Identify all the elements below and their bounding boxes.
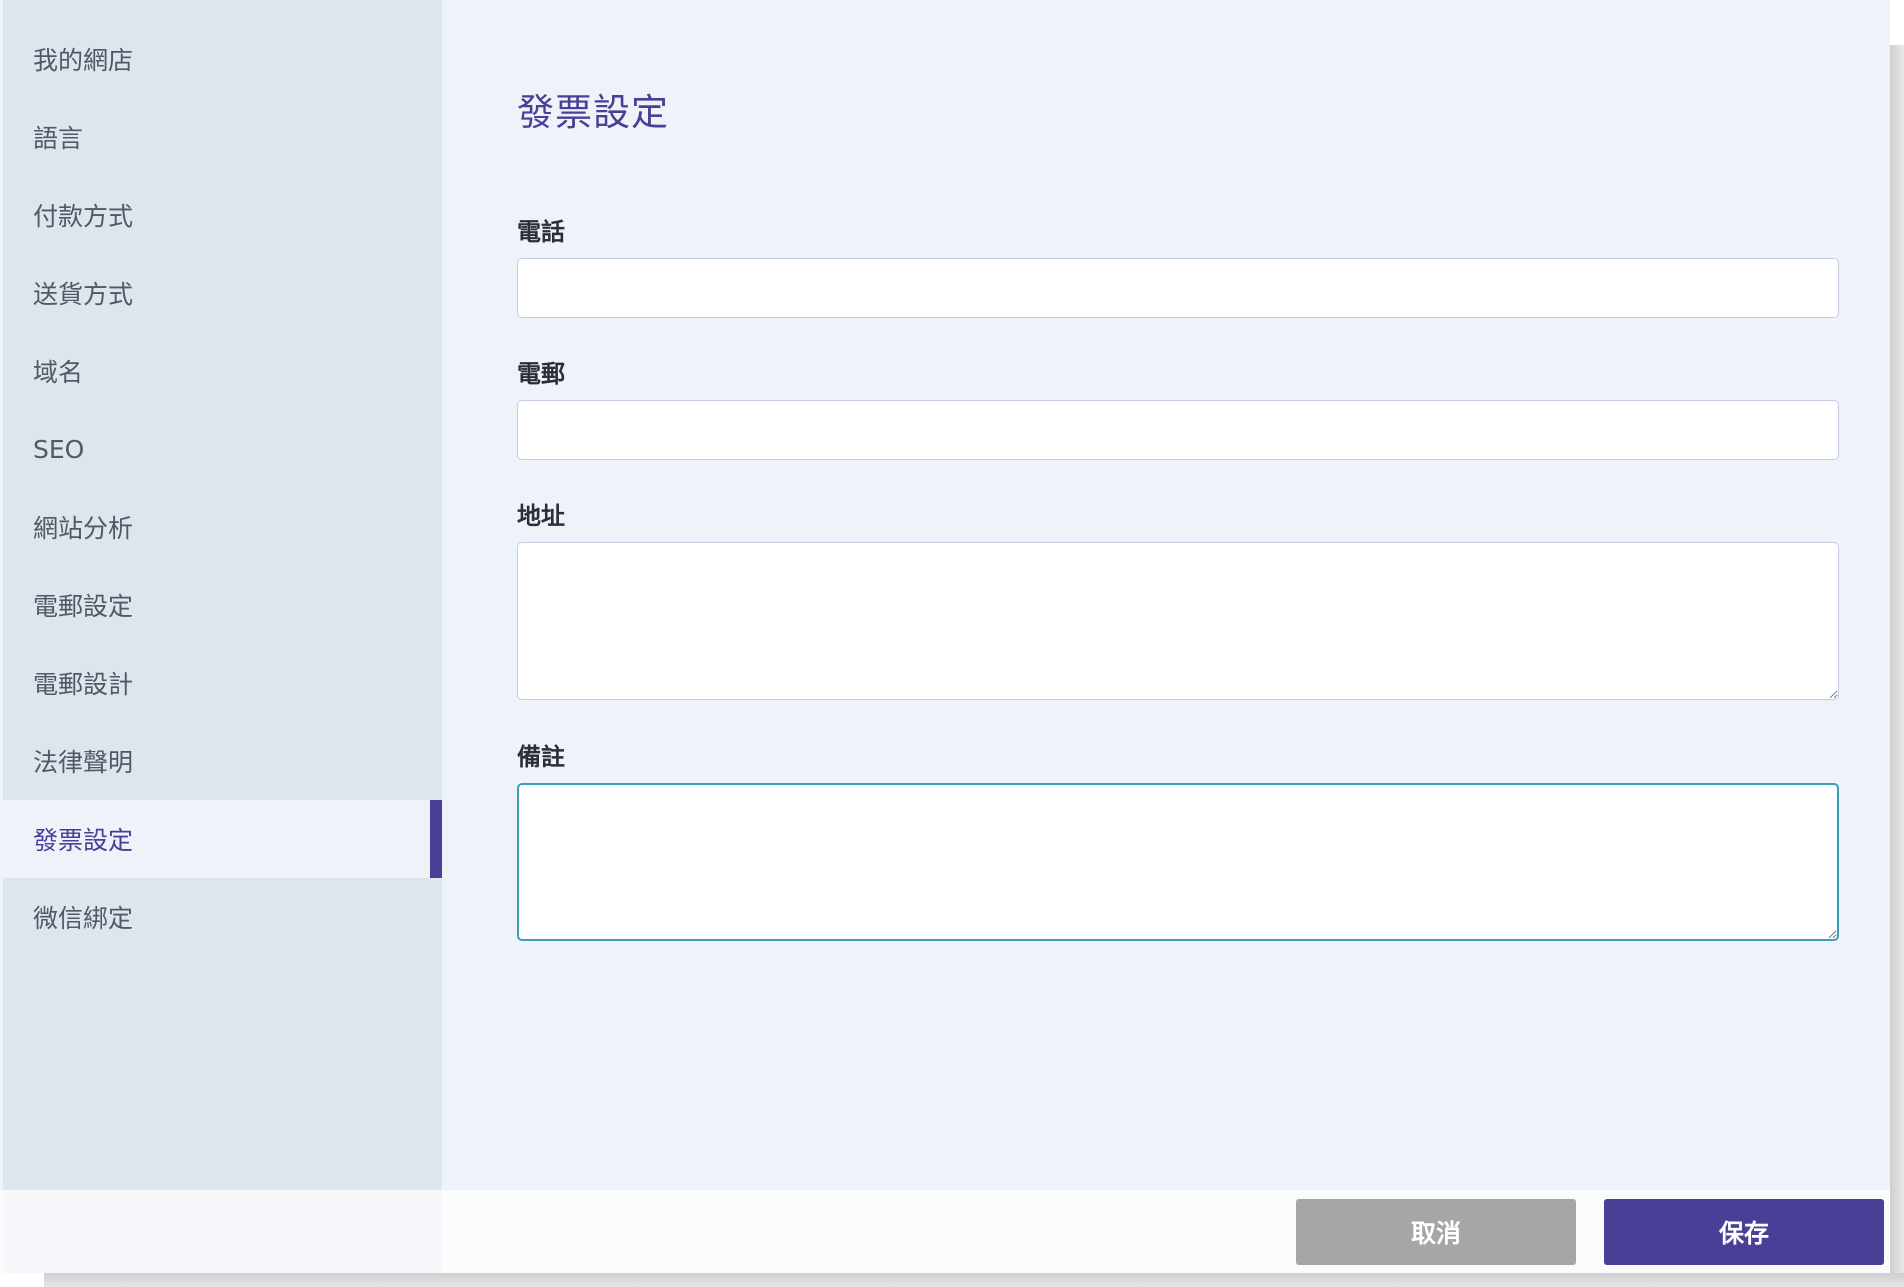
dialog-shadow-bottom bbox=[44, 1273, 1904, 1287]
sidebar-item-label: 電郵設定 bbox=[33, 592, 134, 621]
dialog-footer: 取消 保存 bbox=[0, 1190, 1890, 1273]
sidebar-item-label: 法律聲明 bbox=[33, 748, 134, 777]
footer-sidebar-area bbox=[3, 1190, 442, 1273]
sidebar-item-wechat-binding[interactable]: 微信綁定 bbox=[3, 878, 442, 956]
sidebar-item-my-shop[interactable]: 我的網店 bbox=[3, 20, 442, 98]
sidebar-item-email-settings[interactable]: 電郵設定 bbox=[3, 566, 442, 644]
sidebar-item-payment-methods[interactable]: 付款方式 bbox=[3, 176, 442, 254]
phone-input[interactable] bbox=[517, 258, 1839, 318]
sidebar-item-legal-notice[interactable]: 法律聲明 bbox=[3, 722, 442, 800]
sidebar-item-label: 送貨方式 bbox=[33, 280, 134, 309]
notes-label: 備註 bbox=[517, 743, 565, 771]
dialog-shadow-right bbox=[1890, 45, 1904, 1280]
phone-label: 電話 bbox=[517, 218, 565, 246]
sidebar-item-label: 網站分析 bbox=[33, 514, 134, 543]
sidebar-item-label: 發票設定 bbox=[33, 826, 134, 855]
email-label: 電郵 bbox=[517, 360, 565, 388]
sidebar-item-label: 微信綁定 bbox=[33, 904, 134, 933]
sidebar-item-label: SEO bbox=[33, 434, 85, 464]
sidebar-item-invoice-settings[interactable]: 發票設定 bbox=[3, 800, 442, 878]
settings-dialog: 我的網店 語言 付款方式 送貨方式 域名 SEO 網站分析 電郵設定 電郵設計 … bbox=[0, 0, 1890, 1273]
sidebar-item-email-design[interactable]: 電郵設計 bbox=[3, 644, 442, 722]
sidebar-item-shipping-methods[interactable]: 送貨方式 bbox=[3, 254, 442, 332]
cancel-button[interactable]: 取消 bbox=[1296, 1199, 1576, 1265]
sidebar-item-label: 語言 bbox=[33, 124, 84, 153]
email-input[interactable] bbox=[517, 400, 1839, 460]
notes-textarea[interactable] bbox=[517, 783, 1839, 941]
sidebar-item-language[interactable]: 語言 bbox=[3, 98, 442, 176]
sidebar-item-label: 付款方式 bbox=[33, 202, 134, 231]
sidebar-item-seo[interactable]: SEO bbox=[3, 410, 442, 488]
settings-main-panel: 發票設定 電話 電郵 地址 備註 bbox=[442, 0, 1890, 1190]
settings-sidebar: 我的網店 語言 付款方式 送貨方式 域名 SEO 網站分析 電郵設定 電郵設計 … bbox=[3, 0, 442, 1190]
sidebar-item-label: 域名 bbox=[33, 358, 84, 387]
sidebar-item-label: 電郵設計 bbox=[33, 670, 134, 699]
page-title: 發票設定 bbox=[517, 91, 669, 134]
sidebar-item-label: 我的網店 bbox=[33, 46, 134, 75]
sidebar-item-domain[interactable]: 域名 bbox=[3, 332, 442, 410]
sidebar-item-site-analytics[interactable]: 網站分析 bbox=[3, 488, 442, 566]
save-button[interactable]: 保存 bbox=[1604, 1199, 1884, 1265]
address-label: 地址 bbox=[517, 502, 565, 530]
address-textarea[interactable] bbox=[517, 542, 1839, 700]
